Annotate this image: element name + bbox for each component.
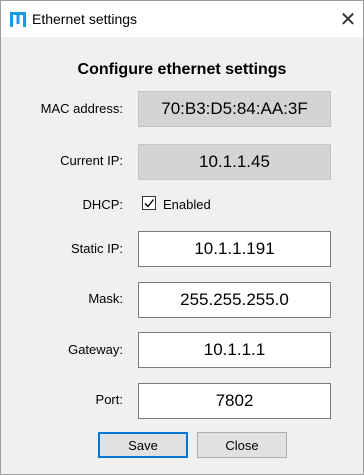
static-ip-label: Static IP: [70,241,123,256]
static-ip-input[interactable]: 10.1.1.191 [138,231,331,267]
mask-label: Mask: [88,291,123,306]
gateway-label: Gateway: [68,342,123,357]
app-logo-icon [10,12,26,27]
title-bar: Ethernet settings ✕ [1,1,363,37]
close-icon[interactable]: ✕ [333,1,363,37]
check-icon [144,199,155,208]
close-button[interactable]: Close [197,432,287,458]
dhcp-checkbox[interactable] [142,196,156,210]
current-ip-label: Current IP: [60,153,123,168]
port-input[interactable]: 7802 [138,383,331,419]
save-button[interactable]: Save [98,432,188,458]
mac-address-field: 70:B3:D5:84:AA:3F [138,91,331,127]
port-label: Port: [95,392,123,407]
gateway-input[interactable]: 10.1.1.1 [138,332,331,368]
dhcp-label: DHCP: [82,197,123,212]
dhcp-enabled-label[interactable]: Enabled [163,197,211,212]
current-ip-field: 10.1.1.45 [138,144,331,180]
dialog-heading: Configure ethernet settings [77,61,287,78]
window-title: Ethernet settings [32,11,138,27]
mac-address-label: MAC address: [40,101,123,116]
mask-input[interactable]: 255.255.255.0 [138,282,331,318]
ethernet-settings-window: Ethernet settings ✕ Configure ethernet s… [0,0,364,475]
